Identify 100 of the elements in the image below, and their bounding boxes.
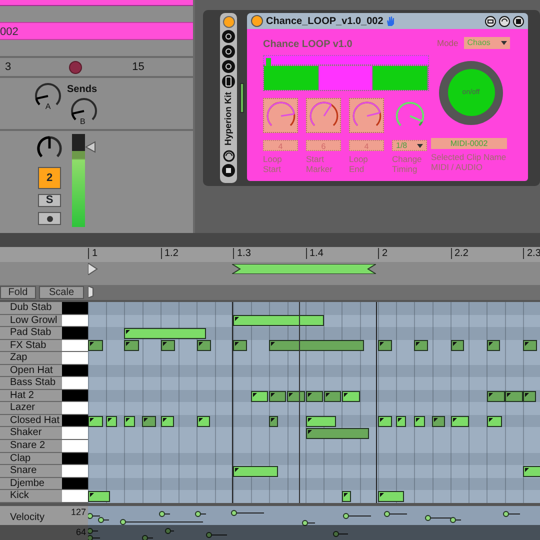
- save-icon[interactable]: [222, 164, 235, 177]
- piano-key[interactable]: [62, 364, 88, 378]
- note-name: Clap: [10, 452, 31, 464]
- midi-note[interactable]: [378, 416, 392, 427]
- pad-icon[interactable]: [222, 75, 235, 88]
- clip-name-label: Selected Clip Name: [431, 152, 506, 162]
- midi-note[interactable]: [160, 340, 175, 352]
- note-name: Closed Hat: [10, 414, 60, 426]
- dropdown-value: Chaos: [467, 37, 490, 50]
- meter-stub: [240, 83, 244, 113]
- midi-note[interactable]: [523, 390, 536, 402]
- piano-key[interactable]: [62, 414, 88, 428]
- caret-icon: [501, 41, 508, 46]
- midi-note[interactable]: [251, 390, 268, 402]
- note-name: FX Stab: [10, 340, 46, 351]
- save-icon[interactable]: [513, 16, 524, 26]
- midi-note[interactable]: [378, 340, 392, 352]
- midi-note[interactable]: [88, 340, 102, 352]
- piano-key[interactable]: [62, 390, 88, 402]
- midi-note[interactable]: [124, 340, 139, 352]
- ruler-label: 1: [88, 248, 98, 259]
- midi-note[interactable]: [523, 340, 537, 352]
- ruler-label: 2.3: [523, 248, 540, 259]
- midi-note[interactable]: [233, 315, 324, 326]
- note-name: Hat 2: [10, 390, 34, 401]
- ruler-label: 2: [378, 248, 388, 259]
- expand-icon[interactable]: [485, 16, 496, 26]
- midi-note[interactable]: [432, 416, 446, 427]
- solo-button[interactable]: S: [38, 194, 61, 207]
- midi-note[interactable]: [88, 416, 102, 427]
- note-name: Shaker: [10, 427, 42, 438]
- midi-note[interactable]: [414, 340, 428, 352]
- clip-name-field: MIDI-0002: [431, 138, 507, 149]
- midi-note[interactable]: [106, 416, 117, 427]
- note-name: Pad Stab: [10, 327, 52, 338]
- midi-note[interactable]: [486, 340, 500, 352]
- device-power-button[interactable]: [251, 15, 263, 27]
- midi-note[interactable]: [88, 491, 110, 502]
- clip-name: 002: [0, 26, 18, 38]
- note-name: Kick: [10, 490, 29, 502]
- dropdown-value: 1/8: [396, 140, 408, 151]
- midi-note[interactable]: [269, 416, 278, 427]
- midi-note[interactable]: [124, 416, 136, 427]
- ruler-label: 1.4: [306, 248, 324, 259]
- toggle-button[interactable]: Scale: [39, 286, 84, 299]
- sends-label: Sends: [67, 83, 98, 97]
- note-name: Zap: [10, 352, 28, 364]
- piano-key[interactable]: [62, 314, 88, 328]
- midi-note[interactable]: [196, 340, 212, 352]
- macro-icon[interactable]: [222, 30, 235, 43]
- piano-key[interactable]: [62, 478, 88, 490]
- end-marker-icon[interactable]: [88, 286, 94, 298]
- midi-note[interactable]: [124, 328, 206, 339]
- ruler-label: 1.2: [160, 248, 178, 259]
- axis-tick: 64: [76, 526, 86, 540]
- track-activator-button[interactable]: 2: [38, 167, 61, 189]
- midi-note[interactable]: [142, 416, 156, 427]
- start-marker-icon[interactable]: [88, 263, 98, 275]
- control-label: Start Marker: [306, 154, 334, 174]
- ruler-label: 2.2: [450, 248, 468, 259]
- arm-button[interactable]: [38, 212, 61, 225]
- device-title: Chance_LOOP_v1.0_002: [266, 14, 384, 28]
- midi-note[interactable]: [523, 466, 540, 478]
- toggle-button[interactable]: Fold: [0, 286, 36, 299]
- device-heading: Chance LOOP v1.0: [263, 38, 354, 49]
- midi-note[interactable]: [269, 340, 364, 352]
- stop-dot-icon[interactable]: [69, 60, 82, 74]
- note-name: Low Growl: [10, 314, 58, 326]
- control-label: Change Timing: [392, 154, 423, 174]
- clip-slot[interactable]: [0, 0, 193, 6]
- midi-note[interactable]: [233, 340, 247, 352]
- control-label: Loop End: [349, 154, 369, 174]
- midi-note[interactable]: [269, 390, 286, 402]
- midi-note[interactable]: [414, 416, 426, 427]
- clip-name-label: MIDI / AUDIO: [431, 162, 484, 172]
- clip-slot[interactable]: 002: [0, 22, 193, 40]
- note-name: Snare: [10, 465, 37, 476]
- knob-label: A: [45, 101, 51, 113]
- midi-note[interactable]: [396, 416, 406, 427]
- note-name: Lazer: [10, 402, 36, 414]
- control-label: Loop Start: [263, 154, 283, 174]
- knob-label: B: [80, 116, 86, 128]
- lane-label: Velocity: [0, 506, 62, 540]
- ruler-label: 1.3: [233, 248, 251, 259]
- note-name: Djembe: [10, 478, 44, 489]
- midi-note[interactable]: [378, 491, 404, 502]
- axis-tick: 127: [70, 506, 86, 519]
- midi-note[interactable]: [306, 428, 369, 440]
- hotswap-icon[interactable]: [222, 150, 234, 162]
- caret-icon: [417, 144, 423, 148]
- list-icon[interactable]: [222, 60, 235, 73]
- scroll-value: 3: [5, 60, 12, 75]
- piano-key[interactable]: [62, 452, 88, 466]
- note-name: Snare 2: [10, 440, 46, 452]
- chain-icon[interactable]: [222, 45, 235, 58]
- midi-note[interactable]: [233, 466, 278, 478]
- midi-note[interactable]: [450, 340, 464, 352]
- loop-brace[interactable]: [232, 264, 376, 274]
- note-name: Open Hat: [10, 364, 53, 376]
- hotswap-icon[interactable]: [499, 16, 510, 26]
